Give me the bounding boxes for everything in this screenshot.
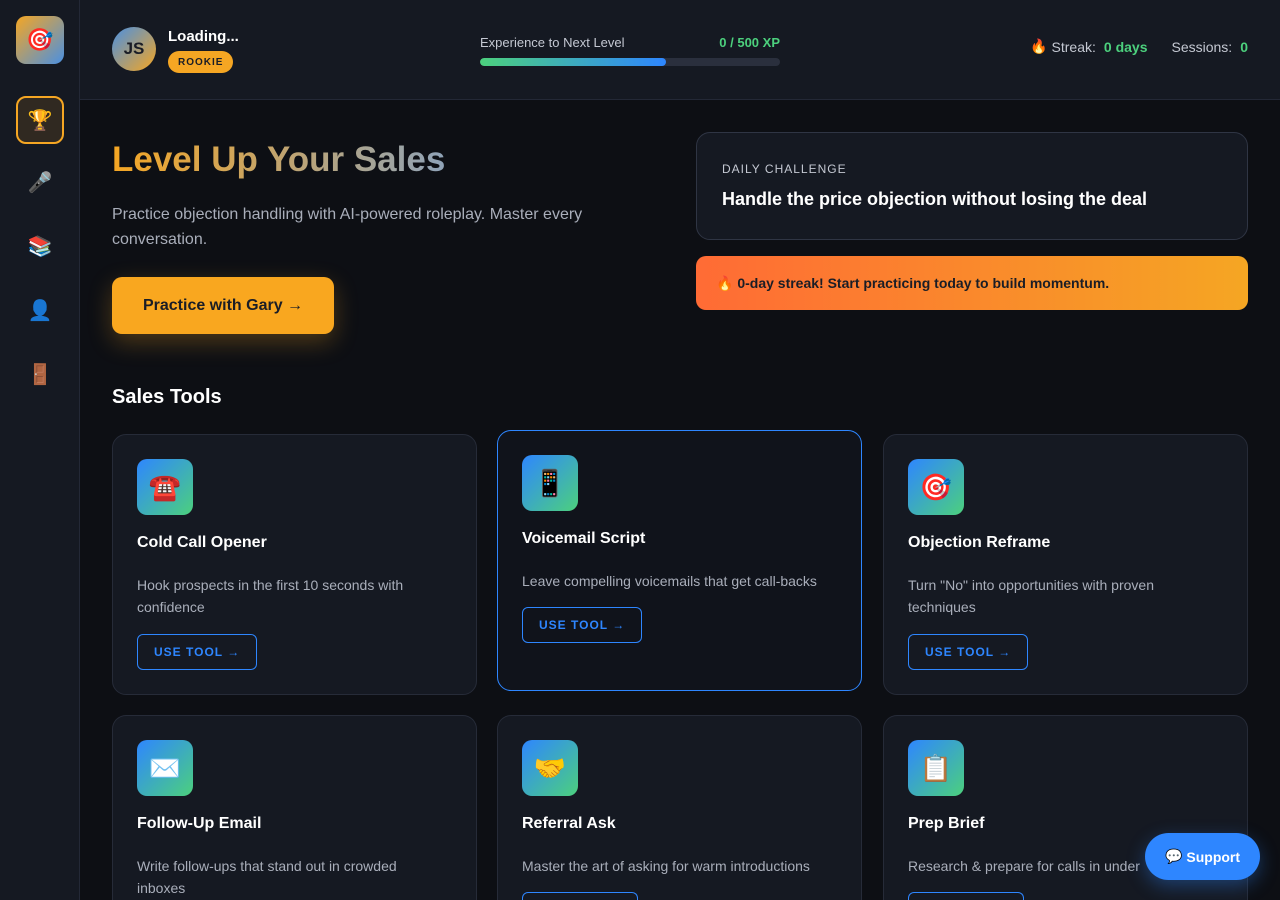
tool-description: Master the art of asking for warm introd…	[522, 858, 810, 874]
streak-value: 0 days	[1103, 38, 1148, 55]
top-bar: JS Loading... ROOKIE Experience to Next …	[80, 0, 1280, 100]
user-name: Loading...	[168, 28, 239, 45]
tool-name: Prep Brief	[908, 815, 985, 832]
page-title: Level Up Your Sales	[112, 140, 446, 179]
xp-label: Experience to Next Level	[480, 35, 625, 50]
hero-description: Practice objection handling with AI-powe…	[112, 206, 583, 248]
support-label: Support	[1186, 848, 1241, 865]
clipboard-icon: 📋	[908, 740, 964, 796]
use-tool-button-partial[interactable]	[522, 892, 638, 900]
mobile-phone-icon: 📱	[522, 455, 578, 511]
tool-description: Write follow-ups that stand out in crowd…	[137, 858, 397, 896]
app-logo[interactable]: 🎯	[16, 16, 64, 64]
sidebar-item-profile[interactable]: 👤	[16, 286, 64, 334]
xp-progress-fill	[480, 58, 666, 66]
sidebar-item-practice[interactable]: 🎤	[16, 158, 64, 206]
tool-card-voicemail-script[interactable]: 📱 Voicemail Script Leave compelling voic…	[497, 430, 862, 691]
tool-card-objection-reframe[interactable]: 🎯 Objection Reframe Turn "No" into oppor…	[883, 434, 1248, 695]
xp-value: 0 / 500 XP	[719, 35, 780, 50]
tool-card-cold-call-opener[interactable]: ☎️ Cold Call Opener Hook prospects in th…	[112, 434, 477, 695]
practice-with-gary-button[interactable]: Practice with Gary →	[112, 277, 334, 334]
xp-progress-bar	[480, 58, 780, 66]
support-button[interactable]: 💬 Support	[1145, 833, 1260, 880]
sidebar-item-logout[interactable]: 🚪	[16, 350, 64, 398]
daily-challenge-card[interactable]: DAILY CHALLENGE Handle the price objecti…	[696, 132, 1248, 240]
sessions-label: Sessions:	[1171, 38, 1233, 55]
books-icon: 📚	[27, 235, 53, 258]
tool-card-follow-up-email[interactable]: ✉️ Follow-Up Email Write follow-ups that…	[112, 715, 477, 900]
sidebar-item-dashboard[interactable]: 🏆	[16, 96, 64, 144]
section-title-sales-tools: Sales Tools	[112, 386, 222, 408]
tool-name: Objection Reframe	[908, 534, 1051, 551]
tool-name: Follow-Up Email	[137, 815, 262, 832]
stats: 🔥 Streak: 0 days Sessions: 0	[1030, 38, 1248, 55]
use-tool-button[interactable]: USE TOOL →	[137, 634, 258, 670]
envelope-icon: ✉️	[137, 740, 193, 796]
use-tool-button[interactable]: USE TOOL →	[522, 607, 643, 643]
handshake-icon: 🤝	[522, 740, 578, 796]
rank-badge: ROOKIE	[168, 51, 234, 73]
trophy-icon: 🏆	[27, 109, 53, 132]
speech-bubble-icon: 💬	[1164, 848, 1183, 864]
avatar[interactable]: JS	[112, 27, 156, 71]
door-icon: 🚪	[27, 363, 53, 386]
tool-description: Leave compelling voicemails that get cal…	[522, 573, 817, 589]
tool-name: Cold Call Opener	[137, 534, 267, 551]
use-tool-button[interactable]: USE TOOL →	[908, 634, 1029, 670]
sessions-value: 0	[1240, 38, 1248, 55]
user-icon: 👤	[27, 299, 53, 322]
telephone-icon: ☎️	[137, 459, 193, 515]
tool-description: Hook prospects in the first 10 seconds w…	[137, 577, 404, 615]
streak-label: Streak:	[1051, 38, 1096, 55]
sidebar-item-library[interactable]: 📚	[16, 222, 64, 270]
tool-name: Referral Ask	[522, 815, 616, 832]
avatar-initials: JS	[123, 39, 145, 58]
target-icon: 🎯	[26, 27, 54, 52]
microphone-icon: 🎤	[27, 171, 53, 194]
sidebar: 🎯 🏆 🎤 📚 👤 🚪	[0, 0, 80, 900]
use-tool-button-partial[interactable]	[908, 892, 1024, 900]
daily-challenge-text: Handle the price objection without losin…	[722, 189, 1148, 209]
tool-name: Voicemail Script	[522, 530, 646, 547]
daily-challenge-label: DAILY CHALLENGE	[722, 162, 847, 176]
tool-card-referral-ask[interactable]: 🤝 Referral Ask Master the art of asking …	[497, 715, 862, 900]
target-icon: 🎯	[908, 459, 964, 515]
tool-description: Turn "No" into opportunities with proven…	[908, 577, 1154, 615]
fire-icon: 🔥	[1030, 38, 1048, 54]
streak-banner: 🔥 0-day streak! Start practicing today t…	[696, 256, 1248, 310]
